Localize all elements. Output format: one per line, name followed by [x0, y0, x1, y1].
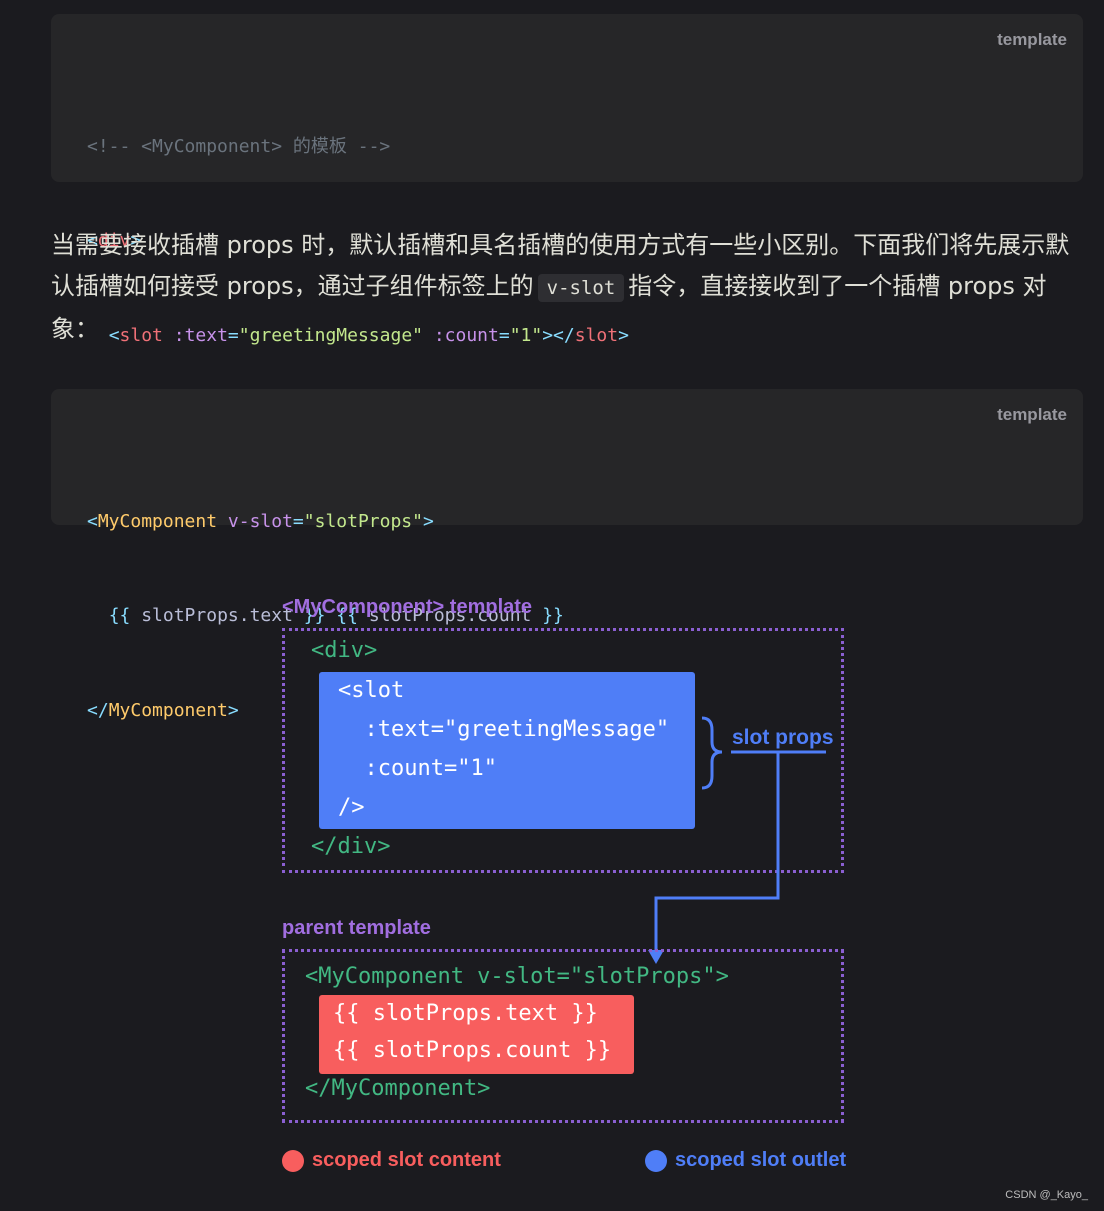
legend-outlet-dot-icon — [645, 1150, 667, 1172]
slot-props-label: slot props — [732, 726, 834, 749]
connector-arrow-line — [654, 752, 780, 952]
content-line: {{ slotProps.text }} — [333, 1001, 598, 1026]
parent-component-close: </MyComponent> — [305, 1076, 491, 1101]
legend-content-dot-icon — [282, 1150, 304, 1172]
parent-component-open: <MyComponent v-slot="slotProps"> — [305, 964, 729, 989]
legend-scoped-slot-outlet: scoped slot outlet — [675, 1149, 847, 1171]
scoped-slot-diagram: <MyComponent> template <div> <slot :text… — [0, 0, 1104, 1211]
watermark: CSDN @_Kayo_ — [1005, 1189, 1088, 1201]
brace-icon — [701, 716, 723, 790]
slot-content-box: {{ slotProps.text }} {{ slotProps.count … — [319, 995, 634, 1074]
legend-scoped-slot-content: scoped slot content — [312, 1149, 501, 1171]
content-line: {{ slotProps.count }} — [333, 1038, 612, 1063]
parent-template-label: parent template — [282, 917, 431, 939]
